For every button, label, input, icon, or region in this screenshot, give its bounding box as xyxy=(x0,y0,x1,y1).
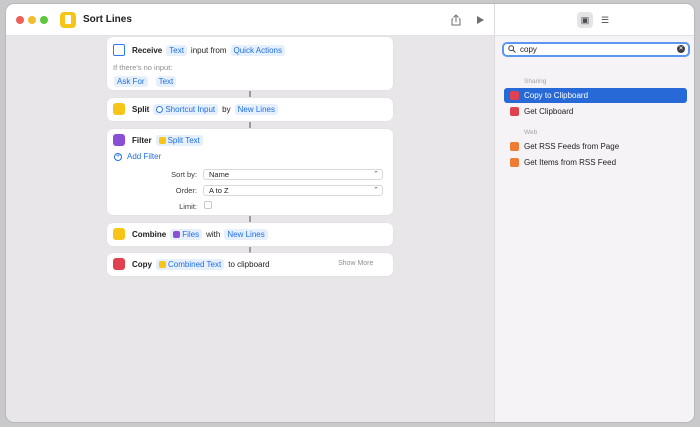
combine-separator-token[interactable]: New Lines xyxy=(224,228,268,240)
ask-for-token[interactable]: Ask For xyxy=(114,76,148,87)
chevron-updown-icon: ⌃ xyxy=(373,187,379,194)
receive-type-token[interactable]: Text xyxy=(166,44,187,56)
search-icon xyxy=(508,45,516,53)
editor-canvas[interactable]: Receive Text input from Quick Actions If… xyxy=(6,37,494,422)
result-item[interactable]: Get RSS Feeds from Page xyxy=(504,139,687,154)
order-value: A to Z xyxy=(209,186,229,195)
copy-input-token[interactable]: Combined Text xyxy=(156,258,225,270)
plus-circle-icon: + xyxy=(114,152,122,161)
copy-action[interactable]: Copy Combined Text to clipboard Show Mor… xyxy=(107,253,393,276)
split-separator-token[interactable]: New Lines xyxy=(234,103,278,115)
sliders-icon: ☰ xyxy=(600,14,610,25)
action-library-sidebar: ▣ ☰ ✕ Sharing Copy to Clipboard Get Clip… xyxy=(494,4,694,422)
connector xyxy=(249,122,251,128)
ask-type-token[interactable]: Text xyxy=(155,76,177,87)
clear-search-icon[interactable]: ✕ xyxy=(677,45,685,53)
shortcut-input-icon xyxy=(156,105,164,113)
clipboard-icon xyxy=(510,107,519,116)
files-icon xyxy=(113,134,125,146)
combine-input-token[interactable]: Files xyxy=(170,228,203,240)
section-header-web: Web xyxy=(524,129,538,136)
library-icon: ▣ xyxy=(580,14,590,25)
action-search-field[interactable]: ✕ xyxy=(502,42,690,57)
run-button[interactable] xyxy=(472,12,488,28)
rss-icon xyxy=(510,158,519,167)
copy-label: Copy xyxy=(132,259,152,269)
limit-label: Limit: xyxy=(179,202,197,211)
combine-action[interactable]: Combine Files with New Lines xyxy=(107,223,393,246)
play-icon xyxy=(476,16,484,24)
limit-checkbox[interactable] xyxy=(204,201,212,209)
sort-by-select[interactable]: Name ⌃ xyxy=(203,169,383,180)
result-item[interactable]: Copy to Clipboard xyxy=(504,88,687,103)
result-item[interactable]: Get Items from RSS Feed xyxy=(504,155,687,170)
rss-icon xyxy=(510,142,519,151)
scissors-icon xyxy=(113,258,125,270)
split-action[interactable]: Split Shortcut Input by New Lines xyxy=(107,98,393,121)
filter-action[interactable]: Filter Split Text + Add Filter Sort by: … xyxy=(107,129,393,215)
tab-library[interactable]: ▣ xyxy=(577,12,593,28)
filter-label: Filter xyxy=(132,135,152,145)
show-more-button[interactable]: Show More xyxy=(338,260,373,267)
section-header-sharing: Sharing xyxy=(524,78,547,85)
split-label: Split xyxy=(132,104,150,114)
split-input-token[interactable]: Shortcut Input xyxy=(153,103,219,115)
shortcut-icon[interactable] xyxy=(60,12,76,28)
result-item[interactable]: Get Clipboard xyxy=(504,104,687,119)
share-button[interactable] xyxy=(448,12,464,28)
close-window-button[interactable] xyxy=(16,16,24,24)
text-icon xyxy=(113,103,125,115)
sidebar-tabs: ▣ ☰ xyxy=(495,4,694,36)
clipboard-icon xyxy=(510,91,519,100)
receive-icon xyxy=(113,44,125,56)
minimize-window-button[interactable] xyxy=(28,16,36,24)
combine-label: Combine xyxy=(132,229,167,239)
chevron-updown-icon: ⌃ xyxy=(373,171,379,178)
sort-by-value: Name xyxy=(209,170,230,179)
no-input-label: If there's no input: xyxy=(113,63,173,72)
text-icon xyxy=(113,228,125,240)
connector xyxy=(249,216,251,222)
receive-source-token[interactable]: Quick Actions xyxy=(230,44,285,56)
receive-middle-text: input from xyxy=(190,45,227,55)
zoom-window-button[interactable] xyxy=(40,16,48,24)
search-input[interactable] xyxy=(520,44,670,55)
connector xyxy=(249,91,251,97)
share-icon xyxy=(451,14,461,26)
text-icon xyxy=(158,136,166,144)
split-by-text: by xyxy=(222,104,231,114)
copy-to-text: to clipboard xyxy=(228,259,270,269)
combine-with-text: with xyxy=(206,229,221,239)
sort-by-label: Sort by: xyxy=(171,170,197,179)
filter-input-token[interactable]: Split Text xyxy=(155,134,203,146)
receive-action[interactable]: Receive Text input from Quick Actions If… xyxy=(107,37,393,90)
add-filter-label: Add Filter xyxy=(127,152,162,161)
order-select[interactable]: A to Z ⌃ xyxy=(203,185,383,196)
titlebar: Sort Lines xyxy=(6,4,494,36)
files-icon xyxy=(173,230,181,238)
add-filter-button[interactable]: + Add Filter xyxy=(114,152,161,161)
text-icon xyxy=(159,260,166,268)
tab-details[interactable]: ☰ xyxy=(597,12,613,28)
receive-label: Receive xyxy=(132,45,163,55)
shortcuts-window: Sort Lines Receive Text input from Quick… xyxy=(5,3,695,423)
order-label: Order: xyxy=(175,186,197,195)
shortcut-title[interactable]: Sort Lines xyxy=(83,14,132,25)
